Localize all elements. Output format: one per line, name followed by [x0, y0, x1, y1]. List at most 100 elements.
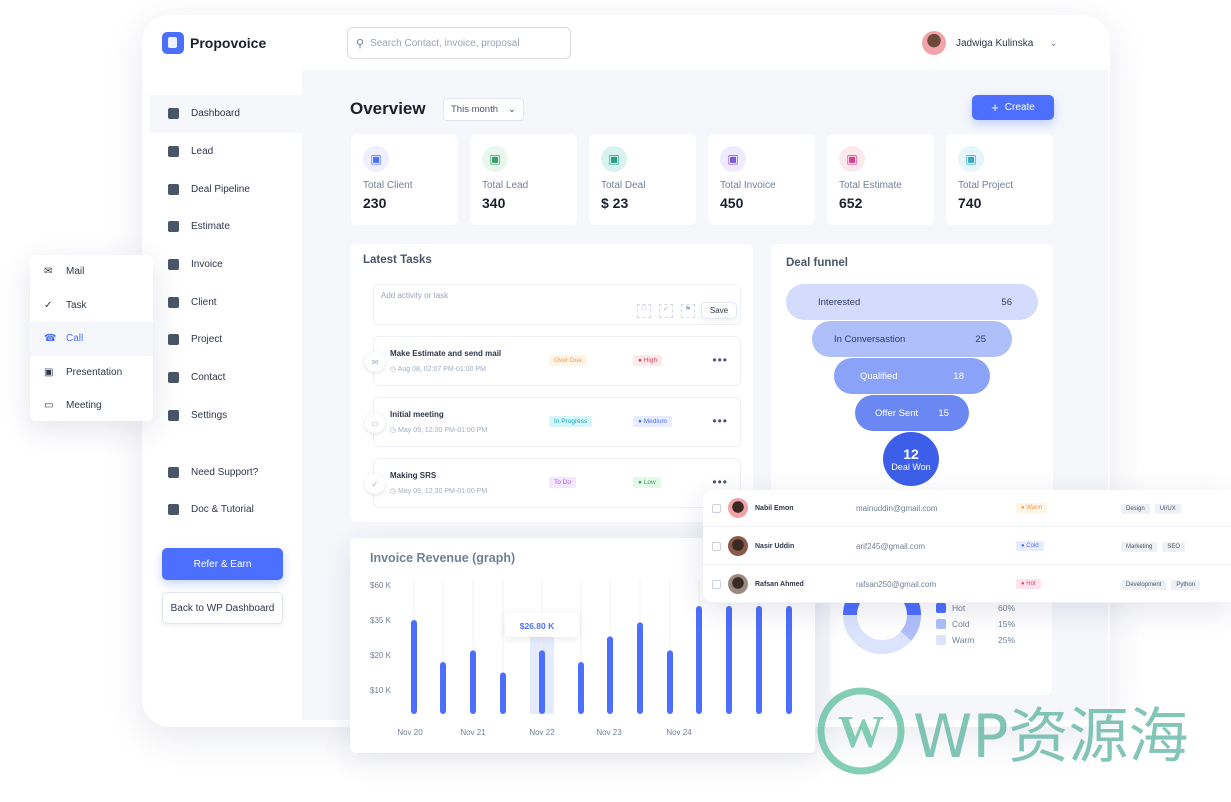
mail-icon: ✉: [365, 352, 385, 372]
invoice-icon: ▣: [720, 146, 746, 172]
stat-card[interactable]: ▣ Total Estimate 652: [827, 134, 934, 225]
x-tick-label: Nov 21: [460, 728, 486, 737]
funnel-stage[interactable]: Qualified 18: [834, 358, 990, 394]
refer-earn-button[interactable]: Refer & Earn: [162, 548, 283, 580]
sidebar-support-item[interactable]: Need Support?: [150, 453, 302, 491]
user-menu[interactable]: Jadwiga Kulinska ⌄: [922, 31, 1058, 55]
contact-row[interactable]: Nasir Uddin arif245@gmail.com ● Cold Mar…: [703, 528, 1231, 565]
tag: UI/UX: [1154, 503, 1181, 514]
sidebar-item-invoice[interactable]: Invoice: [150, 246, 302, 284]
funnel-stage[interactable]: Offer Sent 15: [855, 395, 969, 431]
stat-card[interactable]: ▣ Total Lead 340: [470, 134, 577, 225]
sidebar-item-label: Dashboard: [191, 108, 240, 120]
sidebar-item-contact[interactable]: Contact: [150, 359, 302, 397]
revenue-bar[interactable]: [637, 622, 643, 714]
revenue-bar[interactable]: [726, 606, 732, 714]
clock-icon: ◷: [390, 488, 397, 495]
sidebar-support-item[interactable]: Doc & Tutorial: [150, 491, 302, 529]
users-icon: [168, 504, 179, 516]
stage-label: In Conversastion: [834, 333, 906, 345]
funnel-stage[interactable]: In Conversastion 25: [812, 321, 1012, 357]
revenue-bar[interactable]: [578, 662, 584, 714]
menu-item-task[interactable]: ✓ Task: [30, 289, 153, 323]
revenue-bar[interactable]: [756, 606, 762, 714]
sidebar-item-project[interactable]: Project: [150, 321, 302, 359]
funnel-title: Deal funnel: [786, 257, 848, 269]
task-status-badge: To Do: [549, 477, 576, 488]
revenue-bar[interactable]: [470, 650, 476, 714]
contact-icon: [168, 372, 179, 384]
create-button[interactable]: + Create: [972, 95, 1054, 120]
stat-card[interactable]: ▣ Total Client 230: [351, 134, 458, 225]
deal-won-circle[interactable]: 12 Deal Won: [883, 432, 939, 486]
status-text: Warm: [1026, 505, 1043, 511]
flag-icon[interactable]: ⚑: [681, 304, 695, 318]
more-options-icon[interactable]: •••: [712, 475, 728, 489]
users-icon: [168, 146, 179, 158]
task-item[interactable]: ▭ Initial meeting ◷ May 09, 12:30 PM-01:…: [365, 397, 741, 447]
contact-status-badge: ● Warm: [1016, 503, 1048, 513]
stage-label: Interested: [818, 296, 861, 308]
sidebar-item-client[interactable]: Client: [150, 283, 302, 321]
phone-icon: ☎: [44, 333, 57, 345]
contact-row[interactable]: Nabil Emon mainuddin@gmail.com ● Warm De…: [703, 490, 1231, 527]
task-input[interactable]: Add activity or task □ ✓ ⚑ Save: [373, 284, 741, 325]
y-tick-label: $10 K: [370, 686, 392, 695]
revenue-bar[interactable]: [607, 636, 613, 714]
more-options-icon[interactable]: •••: [712, 353, 728, 367]
logo[interactable]: Propovoice: [162, 32, 266, 54]
revenue-bar[interactable]: [696, 606, 702, 714]
save-button[interactable]: Save: [701, 302, 737, 319]
stat-card[interactable]: ▣ Total Deal $ 23: [589, 134, 696, 225]
legend-label: Cold: [952, 619, 970, 629]
sidebar-item-dashboard[interactable]: Dashboard: [150, 95, 302, 133]
clipboard-icon[interactable]: ✓: [659, 304, 673, 318]
sidebar-item-lead[interactable]: Lead: [150, 133, 302, 171]
back-to-wp-button[interactable]: Back to WP Dashboard: [162, 592, 283, 624]
menu-item-call[interactable]: ☎ Call: [30, 322, 153, 356]
row-checkbox[interactable]: [712, 541, 721, 551]
task-item[interactable]: ✉ Make Estimate and send mail ◷ Aug 08, …: [365, 336, 741, 386]
sidebar-item-estimate[interactable]: Estimate: [150, 208, 302, 246]
x-tick-label: Nov 20: [397, 728, 423, 737]
revenue-bar[interactable]: [411, 620, 417, 714]
revenue-bar[interactable]: [786, 606, 792, 714]
row-checkbox[interactable]: [712, 579, 721, 589]
sidebar-item-label: Contact: [191, 372, 226, 384]
client-icon: [168, 296, 179, 308]
revenue-bar[interactable]: [539, 650, 545, 714]
contact-email: rafsan250@gmail.com: [856, 579, 937, 589]
revenue-bar[interactable]: [500, 672, 506, 715]
legend-label: Warm: [952, 635, 975, 645]
period-select[interactable]: This month ⌄: [443, 98, 524, 121]
legend-swatch: [936, 635, 946, 645]
task-priority-badge: ● High: [633, 355, 663, 366]
sidebar-item-deal-pipeline[interactable]: Deal Pipeline: [150, 170, 302, 208]
task-item[interactable]: ✓ Making SRS ◷ May 09, 12:30 PM-01:00 PM…: [365, 458, 741, 508]
funnel-stage[interactable]: Interested 56: [786, 284, 1038, 320]
contact-row[interactable]: Rafsan Ahmed rafsan250@gmail.com ● Hot D…: [703, 566, 1231, 603]
estimate-icon: ▣: [839, 146, 865, 172]
menu-item-presentation[interactable]: ▣ Presentation: [30, 356, 153, 390]
menu-item-mail[interactable]: ✉ Mail: [30, 255, 153, 289]
stat-value: 450: [720, 195, 744, 211]
clock-icon: ◷: [390, 366, 397, 373]
row-checkbox[interactable]: [712, 503, 721, 513]
sidebar-item-label: Need Support?: [191, 466, 259, 478]
clipboard-icon: [168, 221, 179, 233]
revenue-bar[interactable]: [667, 650, 673, 714]
search-icon: ⚲: [356, 37, 365, 50]
status-text: Hot: [1026, 581, 1036, 587]
contact-name: Nasir Uddin: [755, 542, 795, 550]
search-input[interactable]: ⚲ Search Contact, invoice, proposal: [347, 27, 571, 59]
contacts-table: Nabil Emon mainuddin@gmail.com ● Warm De…: [703, 490, 1231, 603]
stat-card[interactable]: ▣ Total Invoice 450: [708, 134, 815, 225]
layers-icon: [168, 108, 179, 120]
stat-label: Total Deal: [601, 180, 646, 191]
calendar-icon[interactable]: □: [637, 304, 651, 318]
more-options-icon[interactable]: •••: [712, 414, 728, 428]
sidebar-item-settings[interactable]: Settings: [150, 397, 302, 435]
stat-card[interactable]: ▣ Total Project 740: [946, 134, 1053, 225]
revenue-bar[interactable]: [440, 662, 446, 714]
menu-item-meeting[interactable]: ▭ Meeting: [30, 389, 153, 423]
